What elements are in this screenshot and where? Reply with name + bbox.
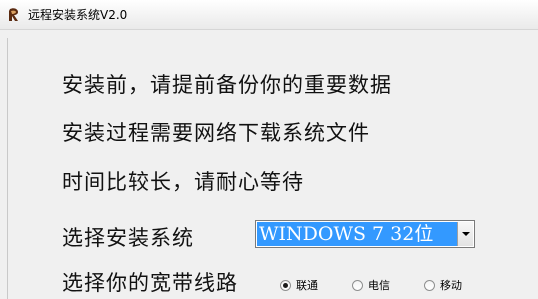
radio-telecom-label[interactable]: 电信: [368, 279, 390, 292]
wait-notice: 时间比较长，请耐心等待: [62, 170, 304, 194]
app-logo-icon: [9, 8, 18, 21]
radio-unicom-label[interactable]: 联通: [296, 279, 318, 292]
system-select[interactable]: WINDOWS 7 32位: [255, 220, 475, 248]
radio-unchecked-icon[interactable]: [352, 280, 363, 291]
system-select-value[interactable]: WINDOWS 7 32位: [257, 222, 457, 246]
app-window: 远程安装系统V2.0 安装前，请提前备份你的重要数据 安装过程需要网络下载系统文…: [0, 0, 538, 299]
system-select-label: 选择安装系统: [62, 226, 194, 250]
title-bar[interactable]: 远程安装系统V2.0: [0, 0, 538, 30]
client-area: [0, 30, 538, 299]
radio-checked-icon[interactable]: [280, 280, 291, 291]
chevron-down-icon[interactable]: [457, 222, 473, 246]
radio-unchecked-icon[interactable]: [424, 280, 435, 291]
download-notice: 安装过程需要网络下载系统文件: [62, 121, 370, 145]
radio-mobile-label[interactable]: 移动: [440, 279, 462, 292]
broadband-label: 选择你的宽带线路: [62, 271, 238, 295]
frame-border: [7, 38, 8, 299]
backup-notice: 安装前，请提前备份你的重要数据: [62, 73, 392, 97]
window-title: 远程安装系统V2.0: [28, 8, 128, 22]
